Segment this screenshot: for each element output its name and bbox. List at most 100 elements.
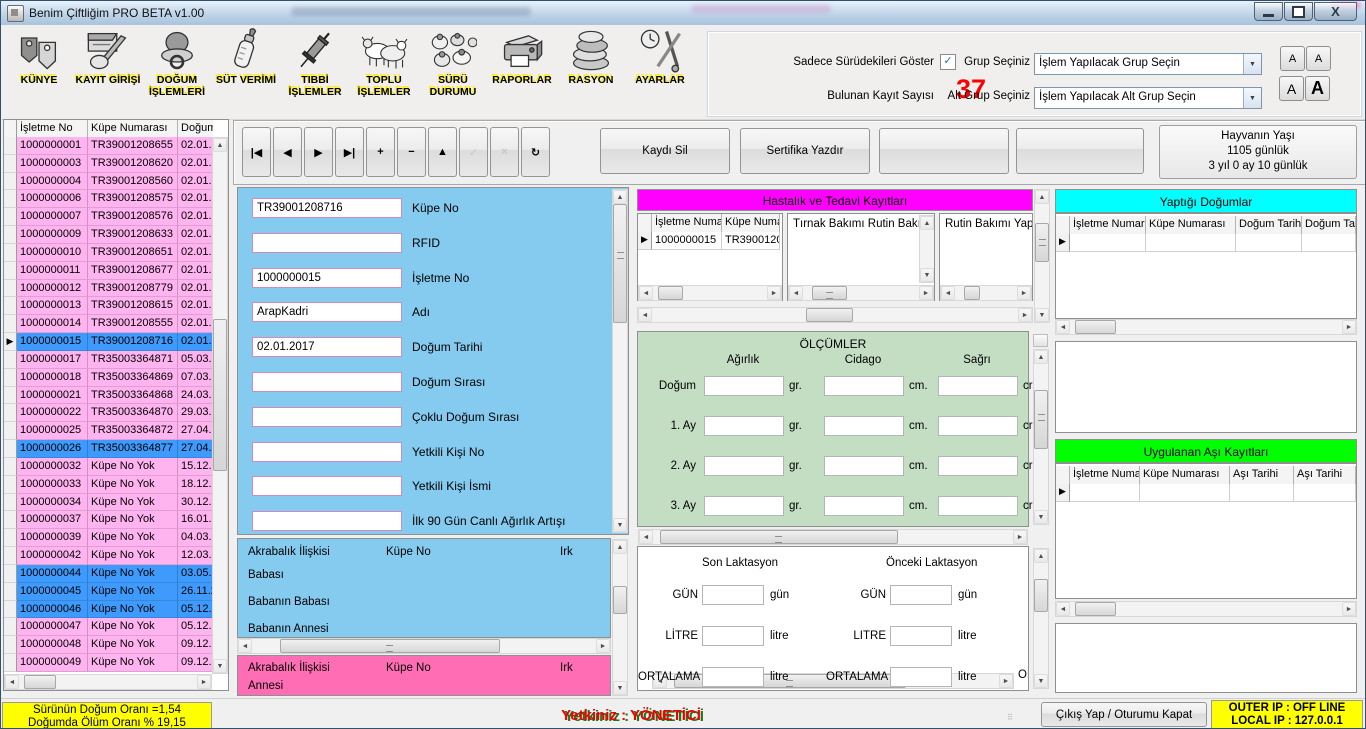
scroll-track[interactable] bbox=[920, 230, 934, 268]
measurement-input[interactable] bbox=[938, 416, 1018, 436]
scroll-arrow-icon[interactable]: ▼ bbox=[1034, 674, 1048, 688]
table-row[interactable]: 1000000022TR3500336487029.03.2 bbox=[4, 404, 213, 422]
toolbar-button-tibbi-islemler[interactable]: TIBBİ İŞLEMLER bbox=[281, 27, 349, 115]
lactation-input[interactable] bbox=[702, 626, 764, 646]
scroll-arrow-icon[interactable]: ► bbox=[1013, 530, 1027, 544]
table-row[interactable]: 1000000033Küpe No Yok18.12.2 bbox=[4, 476, 213, 494]
measurement-input[interactable] bbox=[938, 376, 1018, 396]
blank-button-2[interactable] bbox=[1016, 128, 1144, 174]
scroll-arrow-icon[interactable]: ◄ bbox=[5, 675, 19, 689]
nav-button-1[interactable]: ◀ bbox=[273, 127, 302, 177]
table-row[interactable]: 1000000045Küpe No Yok26.11.2 bbox=[4, 583, 213, 601]
scroll-thumb[interactable] bbox=[1035, 223, 1049, 263]
table-row[interactable]: 1000000010TR3900120865102.01.2 bbox=[4, 244, 213, 262]
column-header[interactable]: Aşı Tarihi bbox=[1294, 466, 1356, 484]
table-row[interactable]: 1000000021TR3500336486824.03.2 bbox=[4, 387, 213, 405]
measurement-input[interactable] bbox=[938, 456, 1018, 476]
print-certificate-button[interactable]: Sertifika Yazdır bbox=[740, 128, 870, 174]
table-row[interactable]: 1000000034Küpe No Yok30.12.2 bbox=[4, 494, 213, 512]
scroll-arrow-icon[interactable]: ▲ bbox=[1034, 350, 1048, 364]
scroll-arrow-icon[interactable]: ► bbox=[197, 675, 211, 689]
table-row[interactable]: 1000000026TR3500336487727.04.2 bbox=[4, 440, 213, 458]
scroll-arrow-icon[interactable]: ▼ bbox=[613, 518, 627, 532]
pedigree-vscrollbar[interactable]: ▲▼ bbox=[612, 539, 628, 696]
scroll-track[interactable] bbox=[955, 286, 1017, 300]
scroll-arrow-icon[interactable]: ▲ bbox=[613, 190, 627, 204]
scroll-track[interactable] bbox=[653, 286, 767, 300]
health-section-vscrollbar[interactable]: ▲▼ bbox=[1034, 189, 1050, 323]
scroll-arrow-icon[interactable]: ► bbox=[596, 639, 610, 653]
scroll-arrow-icon[interactable]: ◄ bbox=[941, 286, 955, 300]
scroll-thumb[interactable] bbox=[213, 319, 227, 471]
table-row[interactable]: 1000000042Küpe No Yok12.03.2 bbox=[4, 547, 213, 565]
measurements-vscrollbar[interactable]: ▲▼ bbox=[1033, 349, 1049, 525]
blank-button-1[interactable] bbox=[879, 128, 1009, 174]
measurement-input[interactable] bbox=[938, 496, 1018, 516]
table-row[interactable]: 1000000046Küpe No Yok05.12.2 bbox=[4, 601, 213, 619]
toolbar-button-rasyon[interactable]: RASYON bbox=[557, 27, 625, 115]
scroll-track[interactable] bbox=[803, 286, 919, 300]
scroll-arrow-icon[interactable]: ▲ bbox=[613, 540, 627, 554]
scroll-track[interactable] bbox=[653, 530, 1013, 544]
column-header[interactable]: Aşı Tarihi bbox=[1230, 466, 1294, 484]
form-input-4[interactable] bbox=[252, 302, 402, 322]
scroll-thumb[interactable] bbox=[613, 204, 627, 323]
column-header[interactable]: Küpe Numarası bbox=[1140, 466, 1230, 484]
memo-hscrollbar[interactable]: ◄► bbox=[788, 285, 934, 301]
scroll-arrow-icon[interactable]: ◄ bbox=[639, 530, 653, 544]
form-input-2[interactable] bbox=[252, 233, 402, 253]
scroll-track[interactable] bbox=[613, 204, 627, 518]
form-input-8[interactable] bbox=[252, 442, 402, 462]
memo-hscrollbar[interactable]: ◄► bbox=[940, 285, 1032, 301]
nav-button-3[interactable]: ▶| bbox=[335, 127, 364, 177]
scroll-arrow-icon[interactable]: ▼ bbox=[613, 681, 627, 695]
font-size-button-1[interactable]: A bbox=[1280, 46, 1305, 71]
scroll-track[interactable] bbox=[1034, 563, 1048, 674]
lactation-input[interactable] bbox=[702, 667, 764, 687]
measurement-input[interactable] bbox=[824, 456, 904, 476]
group-select[interactable]: İşlem Yapılacak Grup Seçin ▼ bbox=[1034, 53, 1262, 75]
form-input-1[interactable] bbox=[252, 198, 402, 218]
table-row[interactable]: 1000000013TR3900120861502.01.2 bbox=[4, 297, 213, 315]
animal-table-hscrollbar[interactable]: ◄► bbox=[4, 674, 212, 690]
scroll-thumb[interactable] bbox=[24, 675, 56, 689]
chevron-down-icon[interactable]: ▼ bbox=[1243, 88, 1261, 108]
measurement-input[interactable] bbox=[824, 496, 904, 516]
title-bar[interactable]: Benim Çiftliğim PRO BETA v1.00 X bbox=[1, 1, 1365, 26]
measurement-input[interactable] bbox=[704, 416, 784, 436]
form-input-5[interactable] bbox=[252, 337, 402, 357]
form-input-3[interactable] bbox=[252, 268, 402, 288]
column-header[interactable]: Küpe Numarası bbox=[1146, 216, 1236, 234]
scroll-track[interactable] bbox=[252, 639, 596, 653]
scroll-arrow-icon[interactable]: ◄ bbox=[789, 286, 803, 300]
scroll-thumb[interactable] bbox=[658, 286, 683, 300]
font-size-button-2[interactable]: A bbox=[1306, 46, 1331, 71]
scroll-arrow-icon[interactable]: ► bbox=[1342, 602, 1356, 616]
nav-button-7[interactable]: ✓ bbox=[459, 127, 488, 177]
scroll-track[interactable] bbox=[613, 554, 627, 681]
scroll-track[interactable] bbox=[19, 675, 197, 689]
scroll-arrow-icon[interactable]: ▲ bbox=[920, 216, 934, 230]
vaccines-grid-row[interactable]: ▶ bbox=[1056, 484, 1356, 502]
table-row[interactable]: 1000000011TR3900120867702.01.2 bbox=[4, 262, 213, 280]
scroll-arrow-icon[interactable]: ▲ bbox=[1035, 190, 1049, 204]
measurement-input[interactable] bbox=[704, 456, 784, 476]
scroll-arrow-icon[interactable]: ► bbox=[1017, 286, 1031, 300]
scroll-arrow-icon[interactable]: ► bbox=[767, 286, 781, 300]
scroll-thumb[interactable] bbox=[1075, 320, 1116, 334]
restore-button[interactable] bbox=[1284, 2, 1313, 21]
table-row[interactable]: 1000000039Küpe No Yok04.03.2 bbox=[4, 529, 213, 547]
pedigree-hscrollbar[interactable]: ◄► bbox=[237, 638, 611, 654]
health-section-hscrollbar[interactable]: ◄► bbox=[637, 307, 1033, 323]
lactation-input[interactable] bbox=[890, 585, 952, 605]
delete-record-button[interactable]: Kaydı Sil bbox=[600, 128, 730, 174]
scroll-arrow-icon[interactable]: ▲ bbox=[213, 138, 227, 152]
scroll-thumb[interactable] bbox=[806, 308, 854, 322]
font-size-button-3[interactable]: A bbox=[1279, 76, 1304, 101]
toolbar-button-sut-verimi[interactable]: SÜT VERİMİ bbox=[212, 27, 280, 115]
health-grid-row[interactable]: ▶1000000015TR39001208 bbox=[638, 232, 780, 250]
scroll-arrow-icon[interactable]: ▼ bbox=[213, 659, 227, 673]
toolbar-button-kayit-girisi[interactable]: KAYIT GİRİŞİ bbox=[74, 27, 142, 115]
minimize-button[interactable] bbox=[1254, 2, 1283, 21]
toolbar-button-dogum-islemleri[interactable]: DOĞUM İŞLEMLERİ bbox=[143, 27, 211, 115]
